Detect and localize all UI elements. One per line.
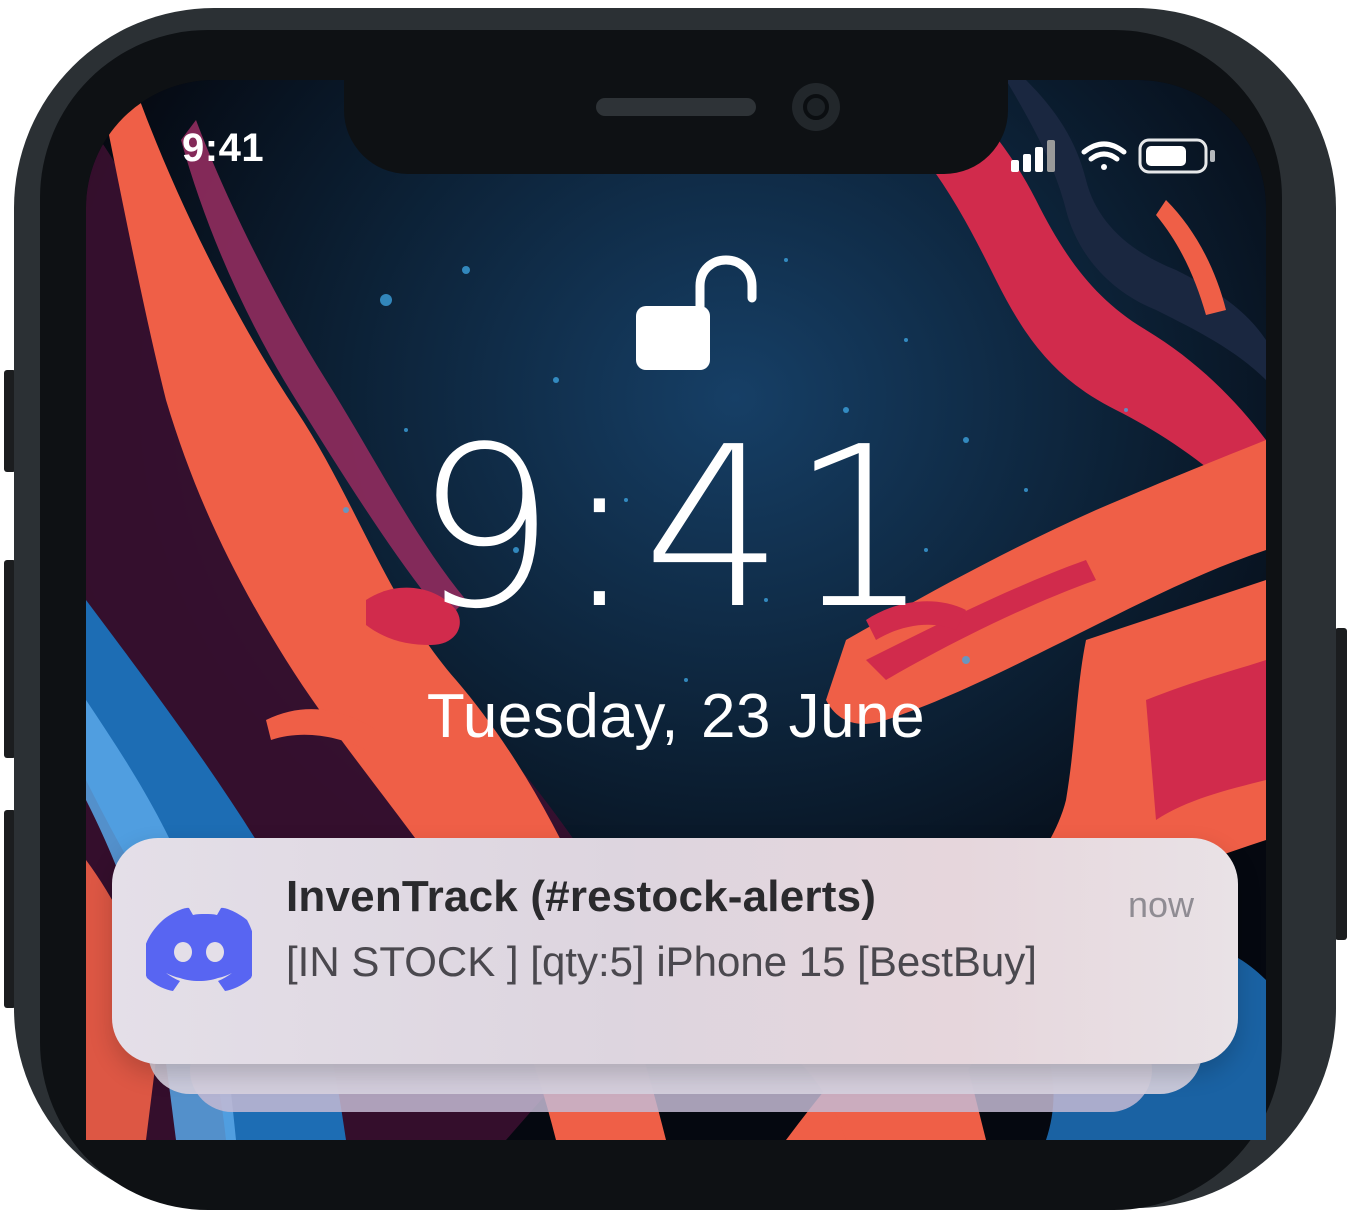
cellular-signal-icon <box>1011 140 1055 172</box>
status-bar-icons <box>1011 138 1215 174</box>
lock-screen-time: 9:41 <box>414 400 938 658</box>
lock-screen-date: Tuesday, 23 June <box>86 686 1266 748</box>
battery-icon <box>1138 138 1215 174</box>
unlocked-padlock-icon <box>636 255 757 370</box>
notification-body: [IN STOCK ] [qty:5] iPhone 15 [BestBuy] <box>286 938 1037 985</box>
discord-icon <box>146 907 252 991</box>
notification-card[interactable]: InvenTrack (#restock-alerts) now [IN STO… <box>112 838 1238 1064</box>
earpiece-speaker <box>596 98 756 116</box>
wifi-icon <box>1081 141 1127 170</box>
power-button[interactable] <box>1335 628 1347 940</box>
front-camera <box>792 83 840 131</box>
notification-time: now <box>1127 884 1194 925</box>
notch <box>344 80 1008 174</box>
status-bar-time: 9:41 <box>182 126 265 170</box>
lock-screen: 9:41 9:41 Tuesday, 23 June InvenTrack (#… <box>86 80 1266 1140</box>
date-day-month: 23 June <box>700 682 926 751</box>
date-weekday: Tuesday, <box>426 682 679 751</box>
notification-title: InvenTrack (#restock-alerts) <box>286 872 877 921</box>
